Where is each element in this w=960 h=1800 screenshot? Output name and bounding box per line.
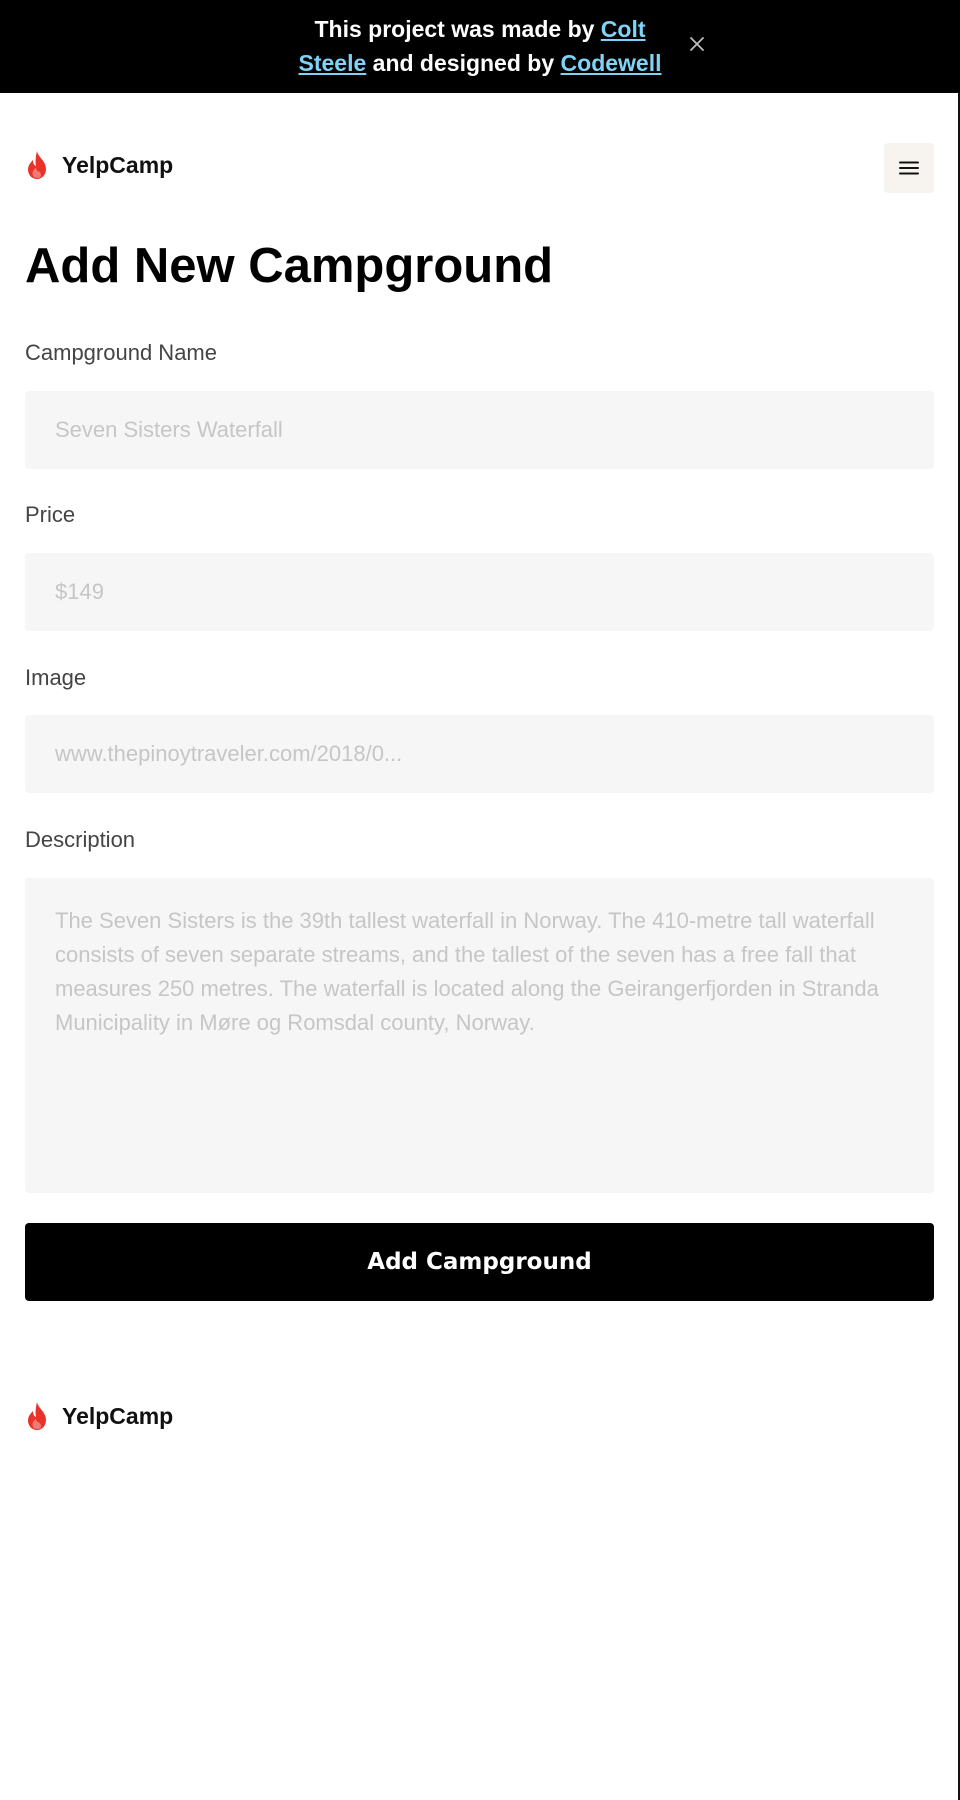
banner-close-button[interactable] — [685, 32, 709, 56]
banner-prefix: This project was made by — [314, 16, 595, 42]
author-link-last[interactable]: Steele — [299, 50, 367, 76]
add-campground-button[interactable]: Add Campground — [25, 1223, 934, 1301]
close-icon — [690, 37, 704, 51]
announcement-banner: This project was made by Colt Steele and… — [0, 0, 960, 93]
price-label: Price — [25, 502, 76, 527]
description-label: Description — [25, 827, 136, 852]
author-link-first[interactable]: Colt — [601, 16, 646, 42]
page-title: Add New Campground — [25, 239, 554, 293]
brand-name: YelpCamp — [62, 151, 174, 178]
flame-icon — [28, 1402, 46, 1430]
hamburger-menu-icon — [899, 161, 919, 175]
banner-middle: and designed by — [372, 50, 555, 76]
campground-name-input[interactable] — [25, 391, 934, 469]
image-label: Image — [25, 665, 87, 690]
header-logo[interactable]: YelpCamp — [25, 150, 173, 180]
footer-logo[interactable]: YelpCamp — [25, 1401, 173, 1431]
banner-text: This project was made by Colt Steele and… — [0, 12, 960, 80]
menu-button[interactable] — [884, 143, 934, 193]
flame-icon — [28, 151, 46, 179]
designer-link[interactable]: Codewell — [561, 50, 662, 76]
description-textarea[interactable] — [25, 878, 934, 1193]
footer-brand-name: YelpCamp — [62, 1402, 174, 1429]
image-url-input[interactable] — [25, 715, 934, 793]
campground-name-label: Campground Name — [25, 340, 217, 365]
price-input[interactable] — [25, 553, 934, 631]
